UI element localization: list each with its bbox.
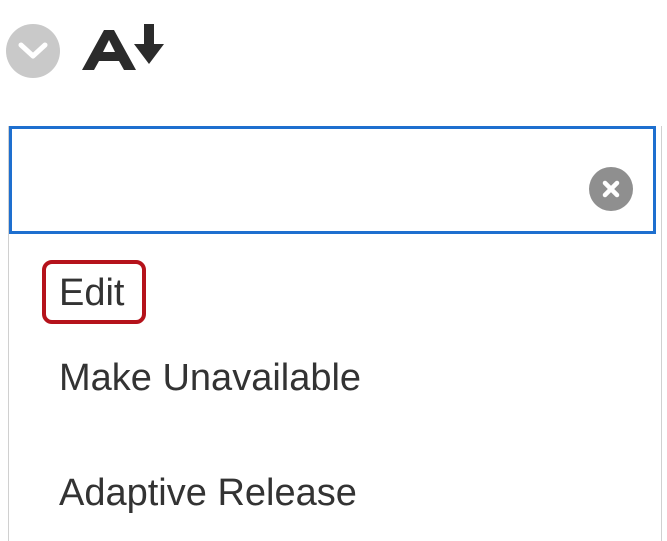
- search-box: [9, 126, 656, 234]
- search-input[interactable]: [24, 157, 568, 203]
- menu-item-label: Adaptive Release: [59, 472, 357, 514]
- menu-item-label: Make Unavailable: [59, 357, 362, 399]
- menu-item-make-unavailable[interactable]: Make Unavailable: [9, 339, 657, 419]
- menu-item-label: Edit: [59, 272, 125, 314]
- text-sort-button[interactable]: [80, 22, 172, 74]
- expand-menu-button[interactable]: [6, 24, 60, 78]
- menu-item-adaptive-release[interactable]: Adaptive Release: [9, 454, 657, 534]
- menu-item-edit[interactable]: Edit: [9, 254, 657, 334]
- dropdown-panel: Edit Make Unavailable Adaptive Release: [8, 126, 662, 541]
- clear-search-button[interactable]: [589, 167, 633, 211]
- clear-x-icon: [602, 180, 620, 198]
- text-sort-descending-icon: [82, 24, 164, 70]
- chevron-down-icon: [18, 42, 48, 59]
- toolbar: [0, 0, 667, 100]
- page: Edit Make Unavailable Adaptive Release: [0, 0, 667, 541]
